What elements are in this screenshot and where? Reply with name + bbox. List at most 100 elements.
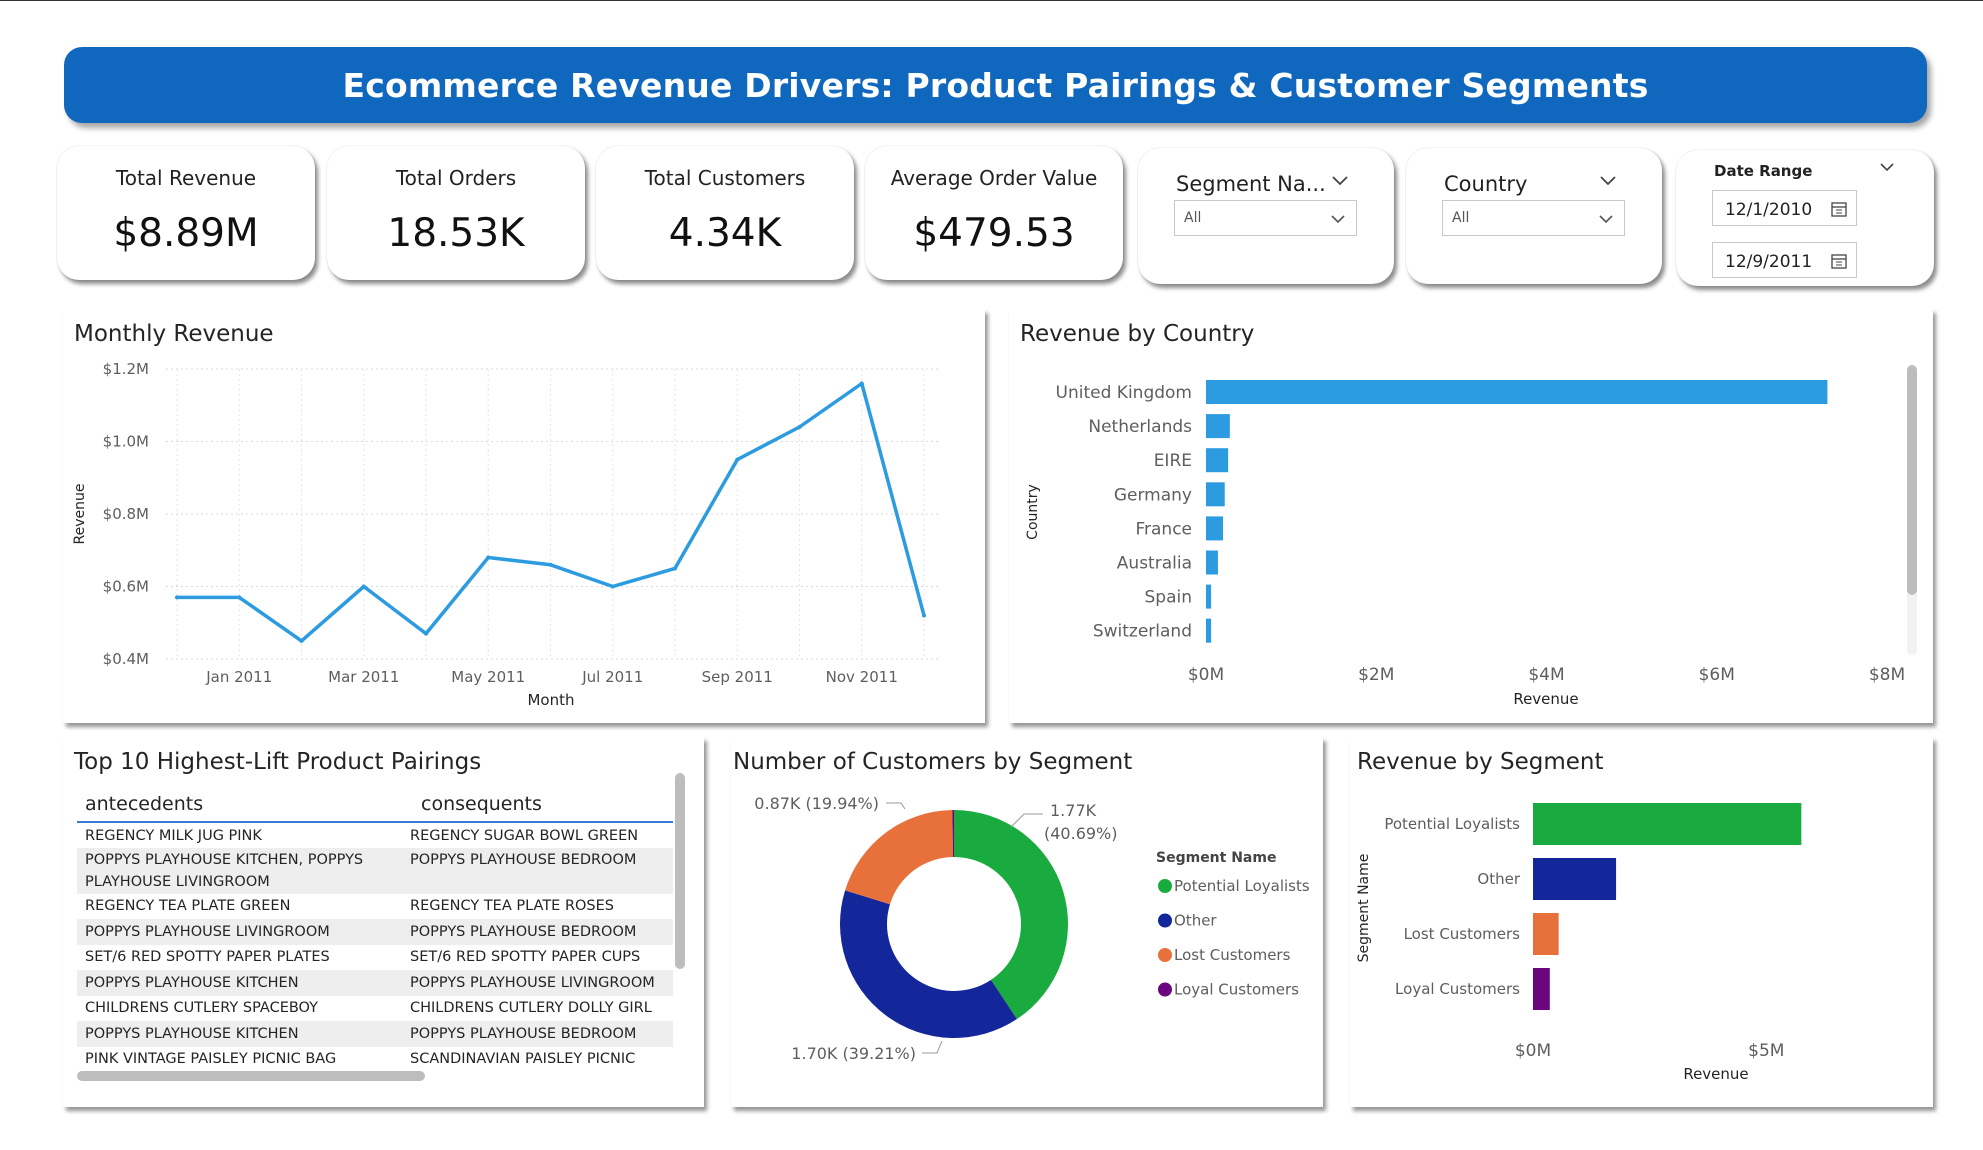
x-tick-label: $4M [1528,665,1564,685]
x-tick-label: Jul 2011 [581,668,643,686]
cell-antecedent: REGENCY TEA PLATE GREEN [85,898,291,914]
donut-slice [840,890,1017,1038]
data-label-potential-loyalists-percent: (40.69%) [1044,824,1118,843]
end-date-input[interactable]: 12/9/2011 [1712,242,1857,278]
country-dropdown-value: All [1452,210,1470,226]
data-point [424,631,428,636]
chevron-down-icon[interactable] [1598,170,1618,190]
cell-consequent: REGENCY SUGAR BOWL GREEN [410,828,639,844]
kpi-label: Average Order Value [890,166,1098,190]
x-tick-label: May 2011 [451,668,525,686]
data-point [735,457,740,462]
x-axis-title: Revenue [1513,690,1578,708]
x-tick-label: Jan 2011 [205,668,272,686]
dashboard-title-banner: Ecommerce Revenue Drivers: Product Pairi… [64,47,1927,123]
leader-line [922,1040,943,1054]
country-bar [1206,584,1212,609]
x-axis-title: Revenue [1683,1065,1748,1083]
chevron-down-icon [1331,215,1345,224]
data-label-other: 1.70K (39.21%) [791,1044,916,1063]
table-horizontal-scrollbar[interactable] [77,1071,425,1081]
country-bar [1206,380,1828,404]
category-label: Spain [1145,588,1193,608]
category-label: Switzerland [1093,622,1192,642]
table-row[interactable]: SET/6 RED SPOTTY PAPER PLATES SET/6 RED … [77,945,673,970]
category-label: Loyal Customers [1395,980,1520,998]
cell-antecedent: POPPYS PLAYHOUSE KITCHEN, POPPYS PLAYHOU… [85,852,364,890]
scrollbar-thumb[interactable] [1907,365,1917,595]
country-slicer-title: Country [1444,172,1528,196]
customers-donut-chart: Segment Name 1.77K (40.69%) 0.87K (19.94… [754,794,1310,1063]
legend-item-label: Lost Customers [1174,946,1291,964]
legend-item-label: Loyal Customers [1174,981,1299,999]
country-dropdown[interactable]: All [1442,200,1625,236]
calendar-icon[interactable] [1830,200,1848,218]
category-label: Netherlands [1088,417,1192,437]
table-row[interactable]: POPPYS PLAYHOUSE KITCHEN, POPPYS PLAYHOU… [77,848,673,894]
customers-by-segment-panel: Number of Customers by Segment Segment N… [731,737,1323,1107]
legend-swatch [1158,879,1172,893]
leader-line [886,802,906,810]
dashboard-title: Ecommerce Revenue Drivers: Product Pairi… [342,65,1649,105]
x-tick-label: $0M [1188,665,1224,685]
table-row[interactable]: REGENCY TEA PLATE GREEN REGENCY TEA PLAT… [77,894,673,919]
x-tick-label: $0M [1515,1041,1551,1061]
data-point [361,584,366,589]
table-row[interactable]: POPPYS PLAYHOUSE LIVINGROOM POPPYS PLAYH… [77,919,673,945]
data-point [610,584,615,589]
segment-dropdown[interactable]: All [1174,200,1357,236]
calendar-icon[interactable] [1830,252,1848,270]
legend-item-label: Other [1174,912,1217,930]
cell-antecedent: POPPYS PLAYHOUSE LIVINGROOM [85,924,330,940]
chevron-down-icon[interactable] [1330,170,1350,190]
country-bar [1206,482,1225,507]
category-label: Germany [1114,485,1192,505]
kpi-label: Total Revenue [115,166,257,190]
country-bar [1206,550,1218,575]
data-point [673,566,677,571]
category-label: Australia [1117,554,1192,574]
y-tick-label: $1.0M [103,433,149,451]
start-date-value: 12/1/2010 [1725,200,1813,220]
x-tick-label: Nov 2011 [826,668,898,686]
x-tick-label: Mar 2011 [328,668,399,686]
kpi-value: $8.89M [113,211,259,256]
table-row[interactable]: POPPYS PLAYHOUSE KITCHEN POPPYS PLAYHOUS… [77,970,673,996]
y-tick-label: $1.2M [103,360,149,378]
date-range-slicer: Date Range 12/1/2010 12/9/2011 [1676,150,1934,286]
x-tick-label: $2M [1358,665,1394,685]
table-row[interactable]: REGENCY MILK JUG PINK REGENCY SUGAR BOWL… [77,824,673,848]
table-vertical-scrollbar[interactable] [675,773,685,969]
cell-antecedent: POPPYS PLAYHOUSE KITCHEN [85,975,299,991]
kpi-card-total-revenue[interactable]: Total Revenue $8.89M [57,146,315,280]
revenue-by-segment-chart: Segment Name Revenue Potential Loyalists… [1356,803,1802,1083]
kpi-card-total-orders[interactable]: Total Orders 18.53K [327,146,585,280]
cell-consequent: SET/6 RED SPOTTY PAPER CUPS [410,949,641,965]
segment-bar [1533,858,1617,900]
table-body: REGENCY MILK JUG PINK REGENCY SUGAR BOWL… [63,737,704,1073]
data-point [237,595,242,600]
chevron-down-icon[interactable] [1878,160,1896,174]
cell-antecedent: CHILDRENS CUTLERY SPACEBOY [85,1000,319,1016]
y-tick-label: $0.4M [103,650,149,668]
legend-item-label: Potential Loyalists [1174,877,1310,895]
start-date-input[interactable]: 12/1/2010 [1712,190,1857,226]
kpi-card-average-order-value[interactable]: Average Order Value $479.53 [865,146,1123,280]
table-row[interactable]: POPPYS PLAYHOUSE KITCHEN POPPYS PLAYHOUS… [77,1021,673,1047]
kpi-value: $479.53 [913,211,1075,256]
cell-consequent: CHILDRENS CUTLERY DOLLY GIRL [410,1000,652,1016]
monthly-revenue-chart: Revenue Month $0.4M $0.6M $0.8M $1.0M $1.2M J… [72,360,938,709]
kpi-card-total-customers[interactable]: Total Customers 4.34K [596,146,854,280]
revenue-by-country-panel: Revenue by Country Country Revenue Unite… [1009,309,1933,723]
top-border-line [0,0,1983,1]
table-row[interactable]: CHILDRENS CUTLERY SPACEBOY CHILDRENS CUT… [77,996,673,1021]
category-label: EIRE [1154,451,1192,471]
category-label: Other [1477,870,1520,888]
table-row[interactable]: PINK VINTAGE PAISLEY PICNIC BAG SCANDINA… [77,1047,673,1073]
y-axis-title: Segment Name [1356,854,1372,963]
category-label: France [1135,519,1192,539]
leader-line [1010,813,1043,828]
x-tick-label: $5M [1748,1041,1784,1061]
monthly-revenue-panel: Monthly Revenue Revenue Month $0.4M $0.6M… [63,309,985,723]
country-slicer: Country All [1406,148,1662,284]
